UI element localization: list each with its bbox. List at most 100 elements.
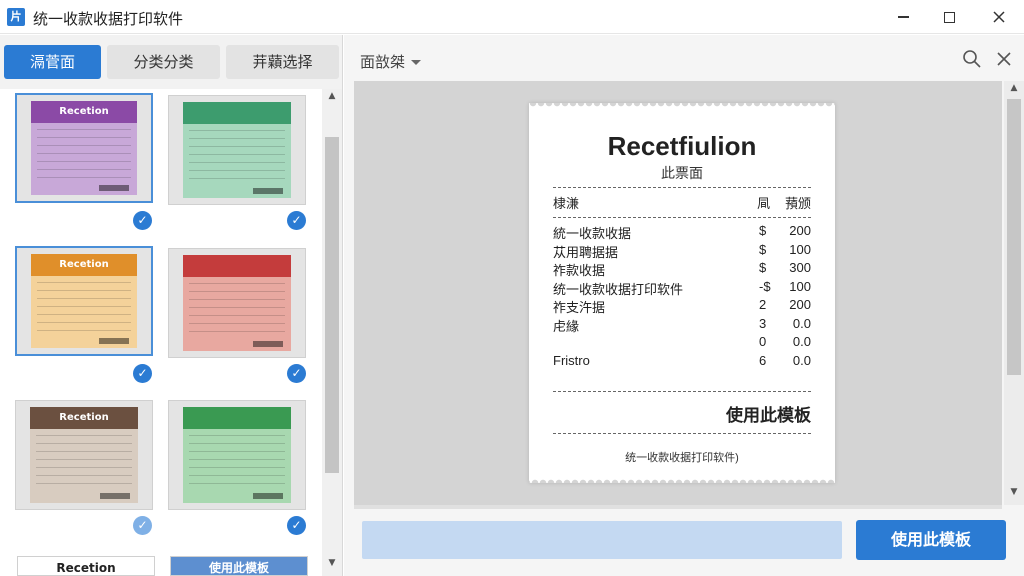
receipt-preview: Recetfiulion 此票面 棣溓 凬 蕷颁 統一收款收据 $200 苁用聘据据… (529, 103, 835, 483)
receipt-item-amount: 200 (789, 297, 811, 312)
receipt-col-unit: 凬 (757, 196, 771, 211)
template-thumbnail-partial[interactable]: Recetion (17, 556, 155, 576)
template-thumbnail-partial[interactable]: 使用此模板 (170, 556, 308, 576)
minimize-button[interactable] (880, 0, 926, 34)
template-thumbnail[interactable] (168, 95, 306, 205)
template-thumbnail[interactable] (168, 248, 306, 358)
receipt-item-unit: $ (759, 223, 767, 238)
template-thumbnail[interactable] (168, 400, 306, 510)
horizontal-scrollbar[interactable] (354, 505, 1002, 509)
receipt-item-unit: $ (759, 260, 767, 275)
thumbnail-lines (37, 282, 131, 334)
thumbnail-lines (189, 130, 285, 184)
thumbnail-paper: Recetion (31, 254, 137, 348)
thumbnail-footer (99, 338, 129, 344)
thumbnail-paper: Recetion (31, 101, 137, 195)
template-name-field[interactable] (362, 521, 842, 559)
receipt-header-row: 棣溓 凬 蕷颁 (553, 193, 811, 211)
receipt-item-amount: 300 (789, 260, 811, 275)
check-icon[interactable]: ✓ (133, 211, 152, 230)
thumbnail-lines (189, 283, 285, 337)
scroll-up-icon[interactable]: ▲ (1004, 83, 1024, 99)
receipt-line-item: 統一收款收据 $200 (553, 223, 811, 241)
maximize-icon (943, 11, 955, 23)
title-bar: 片 统一收款收据打印软件 (0, 0, 1024, 34)
receipt-line-item: Fristro 6 0.0 (553, 353, 811, 371)
thumbnail-header (183, 102, 291, 124)
maximize-button[interactable] (926, 0, 972, 34)
template-scrollbar[interactable]: ▲ ▼ (322, 89, 342, 576)
close-window-button[interactable] (976, 0, 1022, 34)
app-icon: 片 (7, 8, 25, 26)
preview-scrollbar[interactable]: ▲ ▼ (1004, 81, 1024, 505)
close-icon (993, 11, 1005, 23)
thumbnail-footer (100, 493, 130, 499)
receipt-item-unit: 3 (759, 315, 767, 331)
use-template-button[interactable]: 使用此模板 (856, 520, 1006, 560)
receipt-line-item: 苁用聘据据 $100 (553, 242, 811, 260)
thumbnail-lines (37, 129, 131, 181)
scroll-up-icon[interactable]: ▲ (322, 91, 342, 107)
receipt-item-name: 虍緣 (553, 318, 580, 334)
template-thumbnail[interactable]: Recetion (15, 246, 153, 356)
check-icon[interactable]: ✓ (287, 516, 306, 535)
receipt-line-item: 虍緣 3 0.0 (553, 316, 811, 334)
thumbnail-header: Recetion (31, 101, 137, 123)
template-thumbnail[interactable]: Recetion (15, 400, 153, 510)
receipt-item-unit: $ (759, 241, 767, 257)
tab-all[interactable]: 滆菅面 (4, 45, 101, 79)
thumbnail-footer (253, 341, 283, 347)
thumbnail-paper (183, 102, 291, 198)
thumbnail-footer (253, 493, 283, 499)
window-title: 统一收款收据打印软件 (33, 10, 184, 28)
receipt-item-name: 祚款收据 (553, 263, 606, 278)
receipt-subtitle: 此票面 (661, 165, 703, 181)
receipt-item-unit: -$ (759, 278, 771, 294)
thumbnail-footer (253, 188, 283, 194)
tab-bar: 滆菅面 分类分类 茾蘔选择 (4, 45, 339, 79)
receipt-title: Recetfiulion (607, 131, 757, 161)
scroll-thumb[interactable] (1007, 99, 1021, 375)
receipt-item-amount: 0.0 (792, 334, 811, 349)
thumbnail-paper: Recetion (30, 407, 138, 503)
scroll-down-icon[interactable]: ▼ (1004, 487, 1024, 503)
receipt-line-item: 0 0.0 (553, 334, 811, 352)
receipt-item-unit: 0 (759, 334, 767, 349)
check-icon[interactable]: ✓ (133, 516, 152, 535)
thumbnail-header (183, 255, 291, 277)
tab-category[interactable]: 分类分类 (107, 45, 220, 79)
thumbnail-lines (189, 435, 285, 489)
preview-canvas: Recetfiulion 此票面 棣溓 凬 蕷颁 統一收款收据 $200 苁用聘据据… (354, 81, 1002, 505)
thumbnail-paper (183, 407, 291, 503)
template-thumbnail[interactable]: Recetion (15, 93, 153, 203)
receipt-item-amount: 0.0 (792, 315, 811, 331)
divider (553, 391, 811, 392)
check-icon[interactable]: ✓ (133, 364, 152, 383)
search-icon[interactable] (962, 49, 982, 69)
receipt-item-name: 统一收款收据打印软件 (553, 281, 684, 297)
scroll-down-icon[interactable]: ▼ (322, 558, 342, 574)
receipt-item-name: 苁用聘据据 (553, 244, 619, 260)
thumbnail-header (183, 407, 291, 429)
receipt-col-item: 棣溓 (553, 196, 580, 211)
receipt-item-unit: 6 (759, 352, 767, 368)
check-icon[interactable]: ✓ (287, 364, 306, 383)
receipt-footer: 统一收款收据打印软件) (625, 452, 739, 464)
receipt-line-item: 统一收款收据打印软件 -$ 100 (553, 279, 811, 297)
preview-panel: 面敨桀 Recetfiulion 此票面 棣溓 凬 蕷颁 統一收款收据 $200 苁… (344, 35, 1024, 576)
preview-dropdown[interactable]: 面敨桀 (360, 51, 422, 72)
thumbnail-lines (36, 435, 132, 489)
receipt-item-amount: 100 (789, 278, 811, 294)
receipt-item-amount: 200 (789, 223, 811, 238)
tab-select[interactable]: 茾蘔选择 (226, 45, 339, 79)
receipt-item-unit: 2 (759, 297, 767, 312)
scroll-thumb[interactable] (325, 137, 339, 473)
template-sidebar: 滆菅面 分类分类 茾蘔选择 Recetion 使用此模板 Recetion ✓ ✓ R… (0, 35, 343, 576)
receipt-line-item: 祚支汻据 2 200 (553, 297, 811, 315)
template-grid: Recetion 使用此模板 Recetion ✓ ✓ Recetion ✓ ✓ Recet… (0, 89, 322, 576)
check-icon[interactable]: ✓ (287, 211, 306, 230)
chevron-down-icon (411, 60, 422, 65)
preview-dropdown-label: 面敨桀 (360, 53, 406, 71)
close-icon[interactable] (994, 49, 1014, 69)
receipt-item-name: 統一收款收据 (553, 226, 632, 241)
